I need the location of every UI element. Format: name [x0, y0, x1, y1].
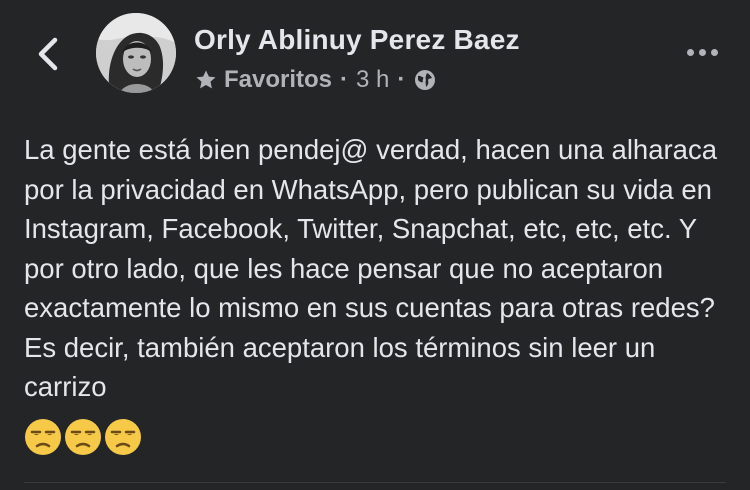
back-button[interactable]	[30, 34, 66, 74]
unamused-face-emoji	[65, 419, 101, 455]
star-icon	[194, 68, 218, 92]
globe-icon[interactable]	[413, 68, 437, 92]
avatar[interactable]	[96, 13, 176, 93]
post-timestamp[interactable]: 3 h	[356, 66, 389, 94]
unamused-face-emoji	[25, 419, 61, 455]
audience-label[interactable]: Favoritos	[224, 66, 332, 94]
divider	[24, 482, 726, 483]
chevron-left-icon	[38, 37, 58, 71]
post-screen: Orly Ablinuy Perez Baez Favoritos · 3 h …	[0, 0, 750, 490]
meta-separator: ·	[397, 66, 406, 93]
author-name[interactable]: Orly Ablinuy Perez Baez	[194, 24, 520, 56]
meta-separator: ·	[340, 66, 349, 93]
emoji-row	[24, 418, 142, 458]
more-options-button[interactable]	[680, 36, 724, 68]
post-header: Orly Ablinuy Perez Baez Favoritos · 3 h …	[0, 0, 750, 110]
unamused-face-emoji	[105, 419, 141, 455]
more-horizontal-icon	[686, 48, 718, 56]
avatar-image	[96, 13, 176, 93]
post-text: La gente está bien pendej@ verdad, hacen…	[24, 134, 718, 402]
post-meta: Favoritos · 3 h ·	[194, 64, 437, 96]
